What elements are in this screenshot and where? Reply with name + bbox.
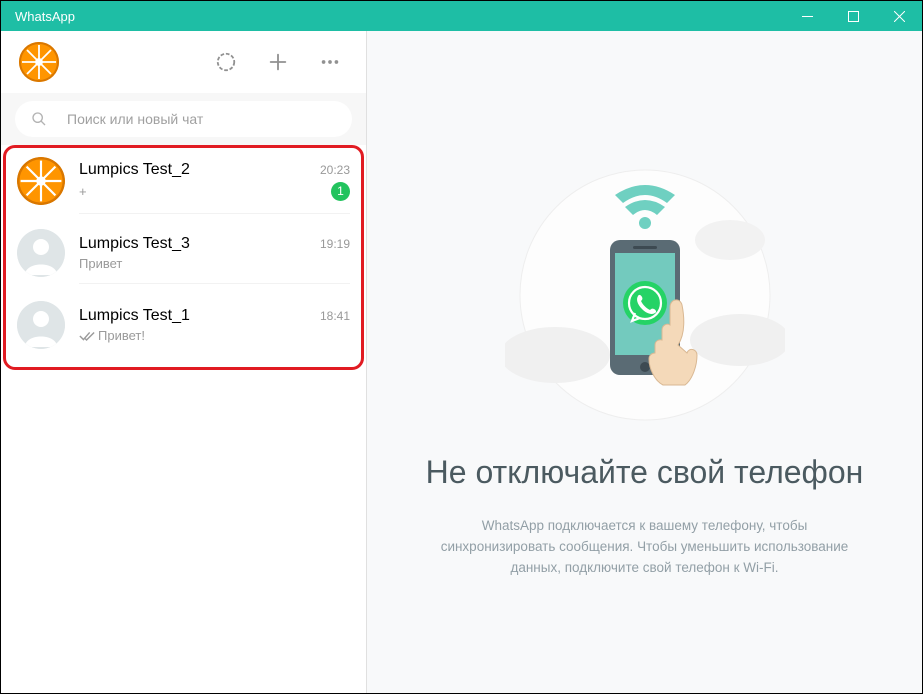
new-chat-icon[interactable] <box>266 50 290 74</box>
sidebar-header <box>1 31 366 93</box>
double-check-icon <box>79 330 95 342</box>
profile-avatar[interactable] <box>19 42 59 82</box>
sidebar: Lumpics Test_2 20:23 +1 Lumpics Test_3 19:… <box>1 31 366 693</box>
window-controls <box>784 1 922 31</box>
intro-title: Не отключайте свой телефон <box>426 453 864 491</box>
chat-item[interactable]: Lumpics Test_3 19:19 Привет <box>1 217 366 289</box>
chat-item[interactable]: Lumpics Test_2 20:23 +1 <box>1 145 366 217</box>
search-icon <box>31 111 47 127</box>
chat-avatar <box>17 157 65 205</box>
chat-avatar <box>17 229 65 277</box>
chat-list: Lumpics Test_2 20:23 +1 Lumpics Test_3 19:… <box>1 145 366 693</box>
search-box[interactable] <box>15 101 352 137</box>
minimize-button[interactable] <box>784 1 830 31</box>
chat-name: Lumpics Test_1 <box>79 307 190 325</box>
menu-icon[interactable] <box>318 50 342 74</box>
window-title: WhatsApp <box>15 9 75 24</box>
search-input[interactable] <box>67 111 336 127</box>
chat-preview: + <box>79 184 87 199</box>
chat-time: 18:41 <box>320 309 350 323</box>
unread-badge: 1 <box>331 182 350 201</box>
close-button[interactable] <box>876 1 922 31</box>
intro-illustration <box>505 145 785 425</box>
chat-item[interactable]: Lumpics Test_1 18:41 Привет! <box>1 289 366 361</box>
search-container <box>1 93 366 145</box>
chat-avatar <box>17 301 65 349</box>
intro-subtitle: WhatsApp подключается к вашему телефону,… <box>425 516 865 579</box>
titlebar: WhatsApp <box>1 1 922 31</box>
chat-time: 19:19 <box>320 237 350 251</box>
chat-preview: Привет! <box>79 328 145 343</box>
chat-name: Lumpics Test_3 <box>79 235 190 253</box>
maximize-button[interactable] <box>830 1 876 31</box>
chat-name: Lumpics Test_2 <box>79 161 190 179</box>
chat-preview: Привет <box>79 256 122 271</box>
intro-panel: Не отключайте свой телефон WhatsApp подк… <box>366 31 922 693</box>
chat-time: 20:23 <box>320 163 350 177</box>
status-icon[interactable] <box>214 50 238 74</box>
